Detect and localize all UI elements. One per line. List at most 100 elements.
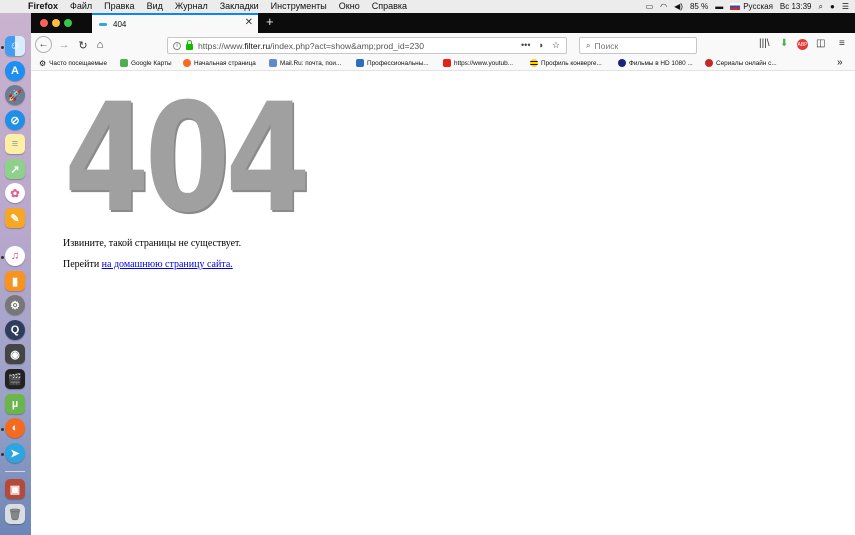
site-info-icon[interactable]: i — [173, 41, 181, 50]
bookmark-label: Google Карты — [131, 59, 172, 67]
lock-icon[interactable] — [186, 39, 193, 50]
trash-icon[interactable]: 🗑 — [5, 504, 25, 524]
firefox-icon[interactable]: ◐ — [5, 418, 25, 438]
ibooks-icon[interactable]: ▮ — [5, 271, 25, 291]
back-button[interactable]: ← — [35, 36, 52, 53]
url-path: /index.php?act=show&amp;prod_id=230 — [270, 40, 424, 51]
running-indicator — [1, 428, 4, 431]
notification-center-icon[interactable]: ☰ — [842, 2, 849, 11]
bookmark-beeline-profile[interactable]: Профиль конверге... — [530, 59, 602, 67]
serials-site-icon — [705, 59, 713, 67]
menu-tools[interactable]: Инструменты — [265, 0, 333, 13]
wifi-icon[interactable]: ◠ — [660, 2, 667, 11]
itunes-icon[interactable]: ♫ — [5, 246, 25, 266]
bookmarks-toolbar: ⚙ Часто посещаемые Google Карты Начальная… — [31, 57, 855, 71]
tab-404[interactable]: 404 ✕ — [92, 13, 258, 33]
mail-ru-icon — [269, 59, 277, 67]
url-prefix: https://www. — [198, 40, 245, 51]
bookmark-google-maps[interactable]: Google Карты — [120, 59, 172, 67]
bookmark-star-icon[interactable]: ☆ — [552, 40, 560, 51]
url-bar[interactable]: i https://www.filter.ru/index.php?act=sh… — [167, 37, 567, 54]
menu-view[interactable]: Вид — [141, 0, 169, 13]
telegram-icon[interactable]: ➤ — [5, 443, 25, 463]
bookmark-mail-ru[interactable]: Mail.Ru: почта, пои... — [269, 59, 341, 67]
pocket-icon[interactable]: ◗ — [538, 40, 543, 51]
quicktime-icon[interactable]: Q — [5, 320, 25, 340]
app-store-icon[interactable]: A — [5, 61, 25, 81]
disk-utility-icon[interactable]: ◉ — [5, 344, 25, 364]
spotlight-icon[interactable]: ⌕ — [819, 2, 823, 12]
bookmark-hd-movies[interactable]: Фильмы в HD 1080 ... — [618, 59, 693, 67]
bookmark-start-page[interactable]: Начальная страница — [183, 59, 256, 67]
display-icon[interactable]: ▭ — [646, 2, 654, 11]
gear-icon: ⚙ — [39, 59, 47, 68]
library-icon[interactable]: |||\ — [759, 38, 770, 49]
navigation-toolbar: ← → ↻ ⌂ i https://www.filter.ru/index.ph… — [31, 33, 855, 58]
sidebar-icon[interactable]: ◫ — [816, 38, 825, 49]
input-source[interactable]: Русская — [730, 2, 773, 11]
running-indicator — [1, 453, 4, 456]
tab-title: 404 — [113, 19, 127, 29]
battery-icon[interactable]: ▬ — [715, 2, 723, 11]
page-actions-icon[interactable]: ••• — [521, 40, 530, 51]
menu-bar: Firefox Файл Правка Вид Журнал Закладки … — [0, 0, 855, 13]
url-text[interactable]: https://www.filter.ru/index.php?act=show… — [198, 41, 424, 51]
final-cut-icon[interactable]: 🎬 — [5, 369, 25, 389]
maps-icon[interactable]: ↗ — [5, 159, 25, 179]
menu-file[interactable]: Файл — [64, 0, 98, 13]
error-message: Извините, такой страницы не существует. — [63, 238, 242, 249]
menu-help[interactable]: Справка — [366, 0, 413, 13]
menu-history[interactable]: Журнал — [169, 0, 214, 13]
google-maps-icon — [120, 59, 128, 67]
menu-bookmarks[interactable]: Закладки — [214, 0, 265, 13]
minimize-window-button[interactable] — [52, 19, 60, 27]
adblock-plus-icon[interactable]: ABP — [797, 39, 808, 50]
more-bookmarks-chevron-icon[interactable]: » — [837, 57, 843, 68]
running-indicator — [1, 256, 4, 259]
bookmark-youtube[interactable]: https://www.youtub... — [443, 59, 513, 67]
menu-window[interactable]: Окно — [333, 0, 366, 13]
menu-edit[interactable]: Правка — [98, 0, 140, 13]
movie-site-icon — [618, 59, 626, 67]
reload-button[interactable]: ↻ — [75, 37, 91, 53]
bookmark-label: Профессиональны... — [367, 59, 429, 67]
search-icon: ⌕ — [586, 40, 591, 50]
running-indicator — [1, 46, 4, 49]
goto-home-line: Перейти на домашнюю страницу сайта. — [63, 259, 233, 270]
firefox-icon — [183, 59, 191, 67]
search-bar[interactable]: ⌕ Поиск — [579, 37, 697, 54]
clock[interactable]: Вс 13:39 — [780, 2, 812, 11]
bookmark-label: https://www.youtub... — [454, 59, 513, 67]
forward-button[interactable]: → — [56, 37, 72, 53]
download-extension-icon[interactable]: ⬇ — [780, 38, 788, 49]
bookmark-professional[interactable]: Профессиональны... — [356, 59, 429, 67]
bookmark-label: Начальная страница — [194, 59, 256, 67]
battery-percent[interactable]: 85 % — [690, 2, 708, 11]
photo-booth-icon[interactable]: ▣ — [5, 479, 25, 499]
new-tab-button[interactable]: + — [266, 14, 274, 29]
volume-icon[interactable]: ◀) — [674, 2, 683, 11]
russian-flag-icon — [730, 3, 741, 11]
utorrent-icon[interactable]: µ — [5, 394, 25, 414]
home-page-link[interactable]: на домашнюю страницу сайта. — [102, 259, 233, 270]
finder-icon[interactable]: ☺ — [5, 36, 25, 56]
search-placeholder: Поиск — [594, 40, 619, 51]
home-button[interactable]: ⌂ — [92, 37, 108, 53]
error-code-404: 404 — [64, 72, 311, 246]
zoom-window-button[interactable] — [64, 19, 72, 27]
bookmark-label: Профиль конверге... — [541, 59, 602, 67]
notes-icon[interactable]: ≡ — [5, 134, 25, 154]
url-domain: filter.ru — [244, 40, 271, 51]
safari-icon[interactable]: ⊘ — [5, 110, 25, 130]
close-window-button[interactable] — [40, 19, 48, 27]
system-preferences-icon[interactable]: ⚙ — [5, 295, 25, 315]
pages-icon[interactable]: ✎ — [5, 208, 25, 228]
bookmark-most-visited[interactable]: ⚙ Часто посещаемые — [39, 59, 107, 68]
user-icon[interactable]: ● — [830, 2, 835, 11]
photos-icon[interactable]: ✿ — [5, 183, 25, 203]
menu-app-name[interactable]: Firefox — [22, 0, 64, 13]
launchpad-icon[interactable]: 🚀 — [5, 85, 25, 105]
hamburger-menu-icon[interactable]: ≡ — [839, 38, 845, 49]
close-tab-icon[interactable]: ✕ — [245, 17, 253, 28]
bookmark-serials[interactable]: Сериалы онлайн с... — [705, 59, 777, 67]
